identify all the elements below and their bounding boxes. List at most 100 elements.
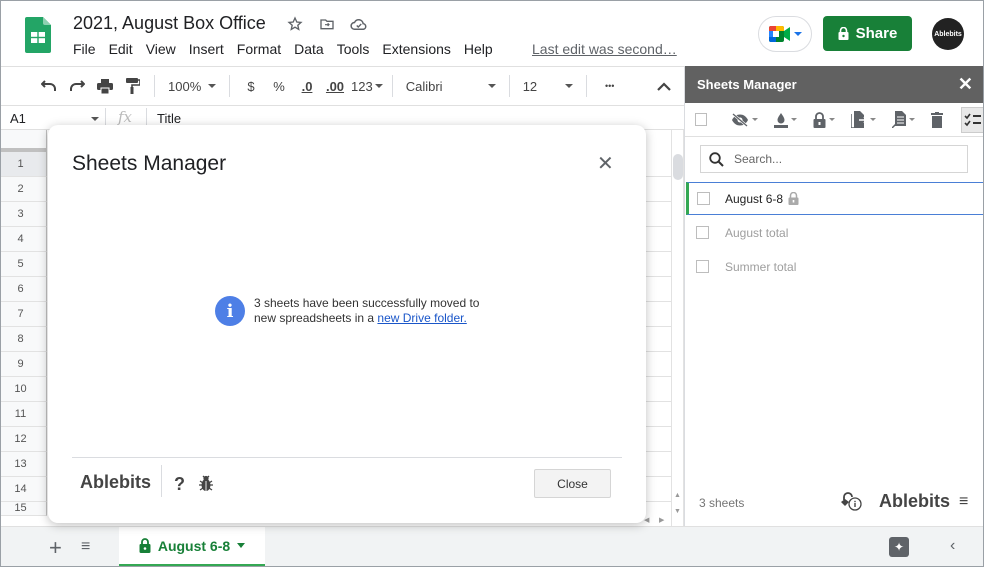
checklist-toggle-button[interactable] [961, 106, 983, 133]
row-header[interactable]: 14 [1, 477, 47, 502]
explore-icon[interactable]: ✦ [889, 537, 909, 557]
more-options-button[interactable]: ••• [596, 72, 624, 100]
sheet-list-item[interactable]: August total [686, 216, 983, 249]
menu-edit[interactable]: Edit [109, 41, 133, 57]
panel-toolbar [685, 103, 983, 137]
vertical-scrollbar[interactable] [673, 154, 683, 180]
undo-icon[interactable] [35, 72, 63, 100]
grid-line [646, 276, 671, 277]
bug-report-icon[interactable] [198, 475, 214, 492]
sheets-manager-dialog: Sheets Manager ✕ i 3 sheets have been su… [48, 125, 646, 523]
paint-format-icon[interactable] [119, 72, 147, 100]
menu-format[interactable]: Format [237, 41, 281, 57]
lock-open-icon [813, 111, 826, 128]
row-header[interactable]: 7 [1, 302, 47, 327]
success-message: i 3 sheets have been successfully moved … [215, 296, 479, 326]
sheet-search-input[interactable]: Search... [700, 145, 968, 173]
move-folder-icon[interactable] [316, 13, 338, 35]
copy-sheets-button[interactable] [892, 111, 916, 128]
row-header[interactable]: 4 [1, 227, 47, 252]
sheet-list-item[interactable]: August 6-8 [686, 182, 983, 215]
row-header[interactable]: 3 [1, 202, 47, 227]
cloud-saved-icon[interactable] [348, 13, 370, 35]
protect-sheets-button[interactable] [813, 111, 836, 128]
grid-line [646, 176, 671, 177]
chevron-down-icon [791, 118, 798, 121]
grid-line [646, 401, 671, 402]
row-header[interactable]: 9 [1, 352, 47, 377]
star-icon[interactable] [284, 13, 306, 35]
add-sheet-button[interactable]: + [49, 535, 62, 561]
scroll-up-icon[interactable]: ▲ [674, 492, 681, 499]
menu-tools[interactable]: Tools [337, 41, 370, 57]
zoom-select[interactable]: 100% [162, 79, 222, 94]
decrease-decimal-button[interactable]: .0 [293, 72, 321, 100]
eye-off-icon [732, 112, 749, 127]
name-box[interactable]: A1 [10, 111, 26, 126]
sheets-logo-icon[interactable] [25, 17, 51, 53]
sheet-name: August 6-8 [725, 191, 784, 206]
scroll-down-icon[interactable]: ▼ [674, 508, 681, 515]
percent-format-button[interactable]: % [265, 72, 293, 100]
close-icon[interactable]: ✕ [597, 151, 614, 176]
hide-sheets-button[interactable] [731, 112, 759, 127]
grid-line [646, 426, 671, 427]
print-icon[interactable] [91, 72, 119, 100]
close-icon[interactable]: ✕ [958, 74, 973, 95]
chevron-down-icon [752, 118, 759, 121]
row-header[interactable]: 8 [1, 327, 47, 352]
row-header[interactable]: 10 [1, 377, 47, 402]
menu-extensions[interactable]: Extensions [382, 41, 450, 57]
sheet-checkbox[interactable] [696, 260, 709, 273]
collapse-menus-icon[interactable] [650, 72, 678, 100]
move-sheets-button[interactable] [851, 111, 877, 128]
grid-line [646, 451, 671, 452]
meet-button[interactable] [758, 16, 812, 52]
row-header[interactable]: 1 [1, 152, 47, 177]
hamburger-menu-icon[interactable]: ≡ [959, 493, 968, 511]
ablebits-logo[interactable]: Ablebits [80, 472, 151, 493]
row-header[interactable]: 6 [1, 277, 47, 302]
ablebits-logo[interactable]: Ablebits [879, 491, 950, 512]
number-format-select[interactable]: 123 [349, 79, 385, 94]
last-edit-link[interactable]: Last edit was second… [532, 41, 677, 57]
all-sheets-button[interactable]: ≡ [81, 538, 90, 556]
account-avatar[interactable]: Ablebits [932, 18, 964, 50]
font-select[interactable]: Calibri [400, 79, 502, 94]
delete-sheets-button[interactable] [931, 111, 944, 128]
row-header[interactable]: 12 [1, 427, 47, 452]
menu-help[interactable]: Help [464, 41, 493, 57]
help-icon[interactable]: ? [174, 474, 185, 495]
formula-input[interactable]: Title [157, 111, 181, 126]
scroll-right-icon[interactable]: ▶ [659, 516, 664, 524]
currency-format-button[interactable]: $ [237, 72, 265, 100]
select-all-checkbox[interactable] [695, 113, 708, 126]
sheet-checkbox[interactable] [696, 226, 709, 239]
menu-data[interactable]: Data [294, 41, 324, 57]
increase-decimal-button[interactable]: .00 [321, 72, 349, 100]
row-header[interactable]: 2 [1, 177, 47, 202]
sheet-tab-august-6-8[interactable]: August 6-8 [119, 527, 265, 566]
tab-color-button[interactable] [774, 112, 798, 128]
row-header[interactable]: 5 [1, 252, 47, 277]
menu-insert[interactable]: Insert [189, 41, 224, 57]
menu-bar: File Edit View Insert Format Data Tools … [73, 41, 506, 57]
close-button[interactable]: Close [534, 469, 611, 498]
panel-title: Sheets Manager [697, 77, 797, 92]
redo-icon[interactable] [63, 72, 91, 100]
row-header[interactable]: 13 [1, 452, 47, 477]
drive-folder-link[interactable]: new Drive folder. [377, 311, 466, 325]
row-header[interactable]: 15 [1, 502, 47, 516]
document-title[interactable]: 2021, August Box Office [73, 13, 266, 34]
select-all-corner[interactable] [1, 130, 47, 152]
font-size-select[interactable]: 12 [517, 79, 579, 94]
menu-view[interactable]: View [146, 41, 176, 57]
row-header[interactable]: 11 [1, 402, 47, 427]
chevron-left-icon[interactable]: ‹ [950, 537, 955, 555]
chevron-down-icon [374, 84, 383, 88]
share-button[interactable]: Share [823, 16, 912, 51]
menu-file[interactable]: File [73, 41, 96, 57]
sheet-checkbox[interactable] [697, 192, 710, 205]
protection-info-icon[interactable] [840, 491, 862, 511]
sheet-list-item[interactable]: Summer total [686, 250, 983, 283]
